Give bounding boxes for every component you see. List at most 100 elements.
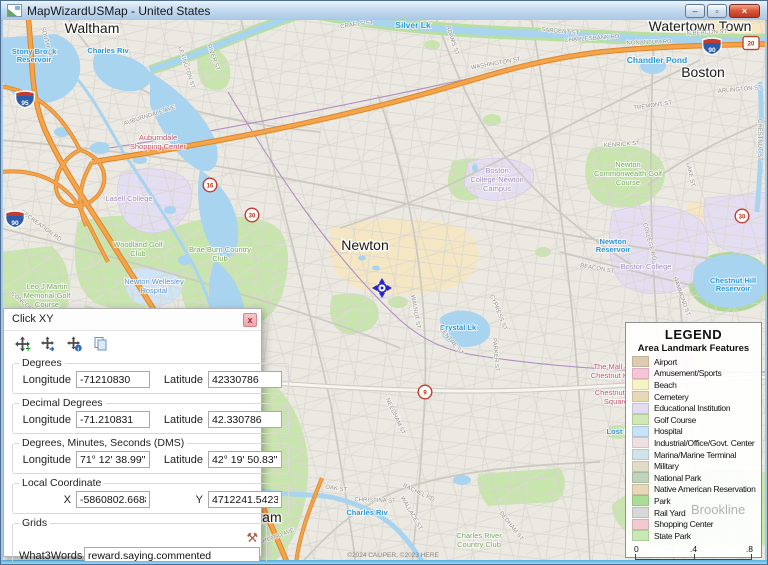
maximize-button[interactable]: ▫: [707, 4, 727, 18]
clickxy-close-button[interactable]: x: [243, 313, 257, 327]
legend-swatch: [632, 403, 649, 414]
legend-label: Golf Course: [654, 415, 696, 425]
map-label: Memorial Golf: [24, 291, 72, 300]
copy-icon[interactable]: [91, 336, 109, 353]
local-coordinate-group-label: Local Coordinate: [19, 477, 104, 489]
map-label: Reservoir: [716, 284, 751, 293]
svg-text:20: 20: [748, 41, 755, 47]
clickxy-panel: Click XY x + i Degrees Longitu: [3, 308, 262, 557]
minimize-button[interactable]: –: [685, 4, 705, 18]
legend-label: Airport: [654, 357, 677, 367]
legend-label: Shopping Center: [654, 519, 713, 529]
legend-label: Industrial/Office/Govt. Center: [654, 438, 754, 448]
svg-text:90: 90: [11, 220, 19, 227]
legend-label: Amusement/Sports: [654, 368, 721, 378]
map-label: CHESTNUT ST: [756, 119, 762, 161]
longitude-label: Longitude: [19, 454, 71, 466]
legend-label: Cemetery: [654, 392, 688, 402]
window-title: MapWizardUSMap - United States: [27, 4, 210, 18]
legend-swatch: [632, 356, 649, 367]
legend-label: State Park: [654, 531, 691, 541]
grids-settings-icon[interactable]: ⚒: [244, 531, 260, 545]
latitude-label: Latitude: [159, 454, 203, 466]
scale-tick: 0: [634, 544, 639, 554]
degrees-group-label: Degrees: [19, 357, 65, 369]
legend-item: Industrial/Office/Govt. Center: [632, 437, 755, 449]
degrees-latitude-input[interactable]: [208, 371, 282, 388]
legend-swatch: [632, 495, 649, 506]
scale-bar: 0 .4 .8 Miles: [632, 544, 755, 562]
degrees-longitude-input[interactable]: [76, 371, 150, 388]
legend-label: Military: [654, 461, 679, 471]
map-label-brookline: Brookline: [691, 502, 745, 517]
legend-swatch: [632, 461, 649, 472]
map-label: Club: [212, 254, 227, 263]
legend-label: Rail Yard: [654, 508, 685, 518]
clickxy-toolbar: + i: [4, 331, 261, 354]
decimal-latitude-input[interactable]: [208, 411, 282, 428]
legend-swatch: [632, 437, 649, 448]
what3words-label: What3Words: [19, 550, 79, 562]
pick-coordinate-icon[interactable]: +: [13, 336, 31, 353]
map-label: Charles Riv: [87, 46, 129, 55]
map-label: Lasell College: [105, 194, 152, 203]
legend-swatch: [632, 414, 649, 425]
map-label: Charles Riv: [346, 508, 388, 517]
map-label: Reservoir: [17, 55, 52, 64]
scale-bracket: [635, 554, 752, 560]
legend-item: Beach: [632, 379, 755, 391]
longitude-label: Longitude: [19, 414, 71, 426]
legend-item: Native American Reservation: [632, 484, 755, 496]
map-label: Boston: [485, 166, 508, 175]
legend-item: Military: [632, 460, 755, 472]
legend-label: Native American Reservation: [654, 484, 756, 494]
dms-group: Degrees, Minutes, Seconds (DMS) Longitud…: [12, 437, 289, 474]
svg-text:30: 30: [739, 214, 746, 220]
grids-group: Grids ⚒ What3Words: [12, 517, 267, 561]
map-label: Country Club: [457, 540, 501, 549]
route-shield-30: 30: [245, 208, 259, 222]
map-label: Brae Burn Country: [189, 245, 251, 254]
legend-item: Amusement/Sports: [632, 368, 755, 380]
legend-swatch: [632, 519, 649, 530]
map-label: Course: [616, 178, 640, 187]
map-label: Shopping Center: [130, 142, 187, 151]
dms-latitude-input[interactable]: [208, 451, 282, 468]
map-label: Waltham: [65, 20, 120, 36]
svg-text:+: +: [25, 344, 30, 353]
coordinate-info-icon[interactable]: i: [65, 336, 83, 353]
longitude-label: Longitude: [19, 374, 71, 386]
legend-swatch: [632, 472, 649, 483]
map-label: Hospital: [140, 286, 167, 295]
decimal-degrees-group-label: Decimal Degrees: [19, 397, 106, 409]
grids-group-label: Grids: [19, 517, 50, 529]
title-bar[interactable]: MapWizardUSMap - United States – ▫ ×: [1, 1, 767, 21]
decimal-longitude-input[interactable]: [76, 411, 150, 428]
dms-longitude-input[interactable]: [76, 451, 150, 468]
legend-item: Cemetery: [632, 391, 755, 403]
app-window: MapWizardUSMap - United States – ▫ ×: [0, 0, 768, 565]
map-label: Campus: [483, 184, 511, 193]
map-label: Newton: [615, 160, 640, 169]
map-label: Auburndale: [139, 133, 177, 142]
map-label: Reservoir: [596, 245, 631, 254]
local-coordinate-group: Local Coordinate X Y: [12, 477, 289, 514]
map-label: Newton Wellesley: [124, 277, 184, 286]
local-x-input[interactable]: [76, 491, 150, 508]
legend-swatch: [632, 507, 649, 518]
what3words-input[interactable]: [84, 547, 260, 561]
map-client-area: WalthamWatertown TownBostonNewtonhamSilv…: [3, 20, 765, 561]
map-label: Chandler Pond: [627, 55, 687, 65]
local-y-input[interactable]: [208, 491, 282, 508]
route-shield-20: 20: [743, 37, 759, 50]
legend-panel: LEGEND Area Landmark Features AirportAmu…: [625, 322, 762, 558]
close-button[interactable]: ×: [729, 4, 760, 18]
legend-title: LEGEND: [632, 327, 755, 342]
legend-swatch: [632, 484, 649, 495]
x-label: X: [19, 494, 71, 506]
map-label: Boston: [681, 64, 725, 80]
goto-coordinate-icon[interactable]: [39, 336, 57, 353]
svg-text:30: 30: [249, 213, 256, 219]
y-label: Y: [159, 494, 203, 506]
svg-text:95: 95: [21, 100, 29, 107]
